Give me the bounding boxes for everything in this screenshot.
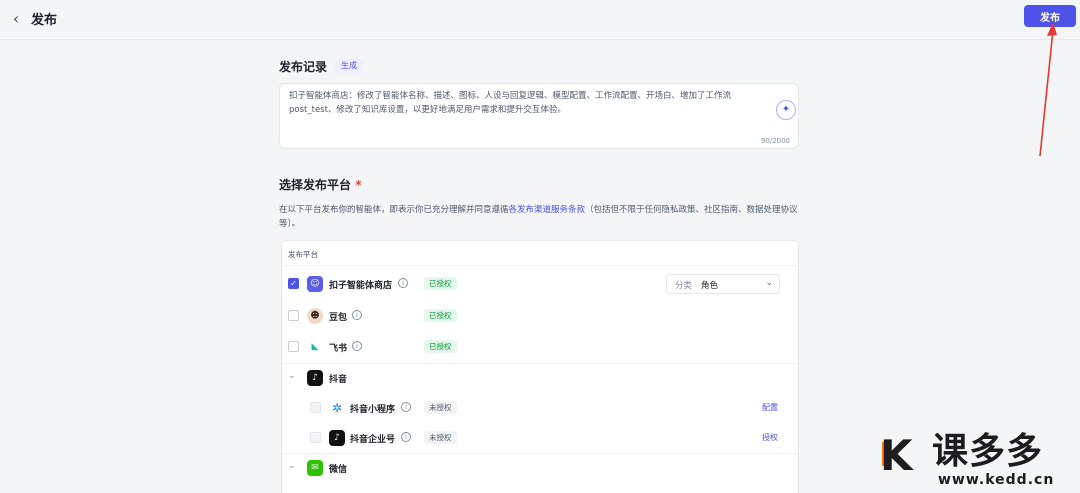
category-select[interactable]: 分类 角色 ⌄ [666,274,780,294]
chevron-down-icon: ⌄ [765,278,773,288]
watermark-text: 课多多 [932,431,1044,472]
feishu-checkbox[interactable] [288,341,299,352]
coze-store-icon: ☺ [307,276,323,292]
platform-row-douyin-miniapp: ✲ 抖音小程序 i 未授权 配置 [282,393,798,423]
chevron-down-icon[interactable]: ⌄ [288,461,296,471]
doubao-checkbox[interactable] [288,310,299,321]
watermark-logo: K 课多多 www.kedd.cn [878,432,1078,492]
watermark-url: www.kedd.cn [938,472,1055,488]
divider [282,265,798,266]
platform-name: 豆包 [329,313,348,323]
top-bar: ‹ 发布 发布 [0,0,1080,40]
douyin-enterprise-checkbox[interactable] [310,432,321,443]
annotation-arrow-icon [1039,22,1057,157]
platform-table: 发布平台 ✓ ☺ 扣子智能体商店 i 已授权 分类 角色 ⌄ ☻ 豆包 i 已授… [281,240,799,493]
generate-button[interactable]: 生成 [335,58,363,73]
record-title: 发布记录 [279,60,328,74]
category-value: 角色 [701,281,719,291]
platform-row-douyin-enterprise: ♪ 抖音企业号 i 未授权 授权 [282,423,798,453]
terms-link[interactable]: 各发布渠道服务条款 [509,205,586,215]
publish-button[interactable]: 发布 [1024,5,1076,27]
info-icon[interactable]: i [398,278,408,288]
doubao-icon: ☻ [307,308,323,324]
status-badge: 已授权 [424,309,457,322]
platform-name: 扣子智能体商店 [329,281,393,291]
configure-link[interactable]: 配置 [762,402,778,413]
platform-group-douyin: ⌄ ♪ 抖音 [282,363,798,393]
page-title: 发布 [31,13,58,28]
char-counter: 90/2000 [760,137,790,145]
status-badge: 已授权 [424,340,457,353]
watermark-letter: K [880,431,913,480]
table-header: 发布平台 [288,250,318,259]
magic-wand-icon[interactable]: ✦ [776,100,796,120]
group-name: 抖音 [329,375,348,385]
douyin-icon: ♪ [307,370,323,386]
info-icon[interactable]: i [352,310,362,320]
status-badge: 未授权 [424,431,457,444]
feishu-icon: ◣ [307,339,323,355]
platform-section-title: 选择发布平台 * [279,176,361,193]
coze-store-checkbox[interactable]: ✓ [288,278,299,289]
record-textarea[interactable]: 扣子智能体商店：修改了智能体名称、描述、图标、人设与回复逻辑、模型配置、工作流配… [279,83,799,149]
platform-row-doubao: ☻ 豆包 i 已授权 [282,301,798,331]
douyin-miniapp-icon: ✲ [329,400,345,416]
platform-name: 抖音企业号 [350,435,396,445]
douyin-enterprise-icon: ♪ [329,430,345,446]
platform-name: 抖音小程序 [350,405,396,415]
back-icon[interactable]: ‹ [6,9,26,29]
douyin-miniapp-checkbox[interactable] [310,402,321,413]
group-name: 微信 [329,465,348,475]
status-badge: 已授权 [424,277,457,290]
info-icon[interactable]: i [401,402,411,412]
status-badge: 未授权 [424,401,457,414]
chevron-down-icon[interactable]: ⌄ [288,371,296,381]
platform-title-text: 选择发布平台 [279,178,352,192]
info-icon[interactable]: i [401,432,411,442]
platform-name: 飞书 [329,344,348,354]
authorize-link[interactable]: 授权 [762,432,778,443]
desc-prefix: 在以下平台发布你的智能体，即表示你已充分理解并同意遵循 [279,205,509,215]
platform-description: 在以下平台发布你的智能体，即表示你已充分理解并同意遵循各发布渠道服务条款（包括但… [279,203,801,231]
wechat-icon: ✉ [307,460,323,476]
platform-group-wechat: ⌄ ✉ 微信 [282,453,798,483]
category-label: 分类 [675,281,693,291]
info-icon[interactable]: i [352,341,362,351]
record-text: 扣子智能体商店：修改了智能体名称、描述、图标、人设与回复逻辑、模型配置、工作流配… [289,91,732,115]
platform-row-feishu: ◣ 飞书 i 已授权 [282,332,798,362]
required-mark: * [355,178,362,192]
